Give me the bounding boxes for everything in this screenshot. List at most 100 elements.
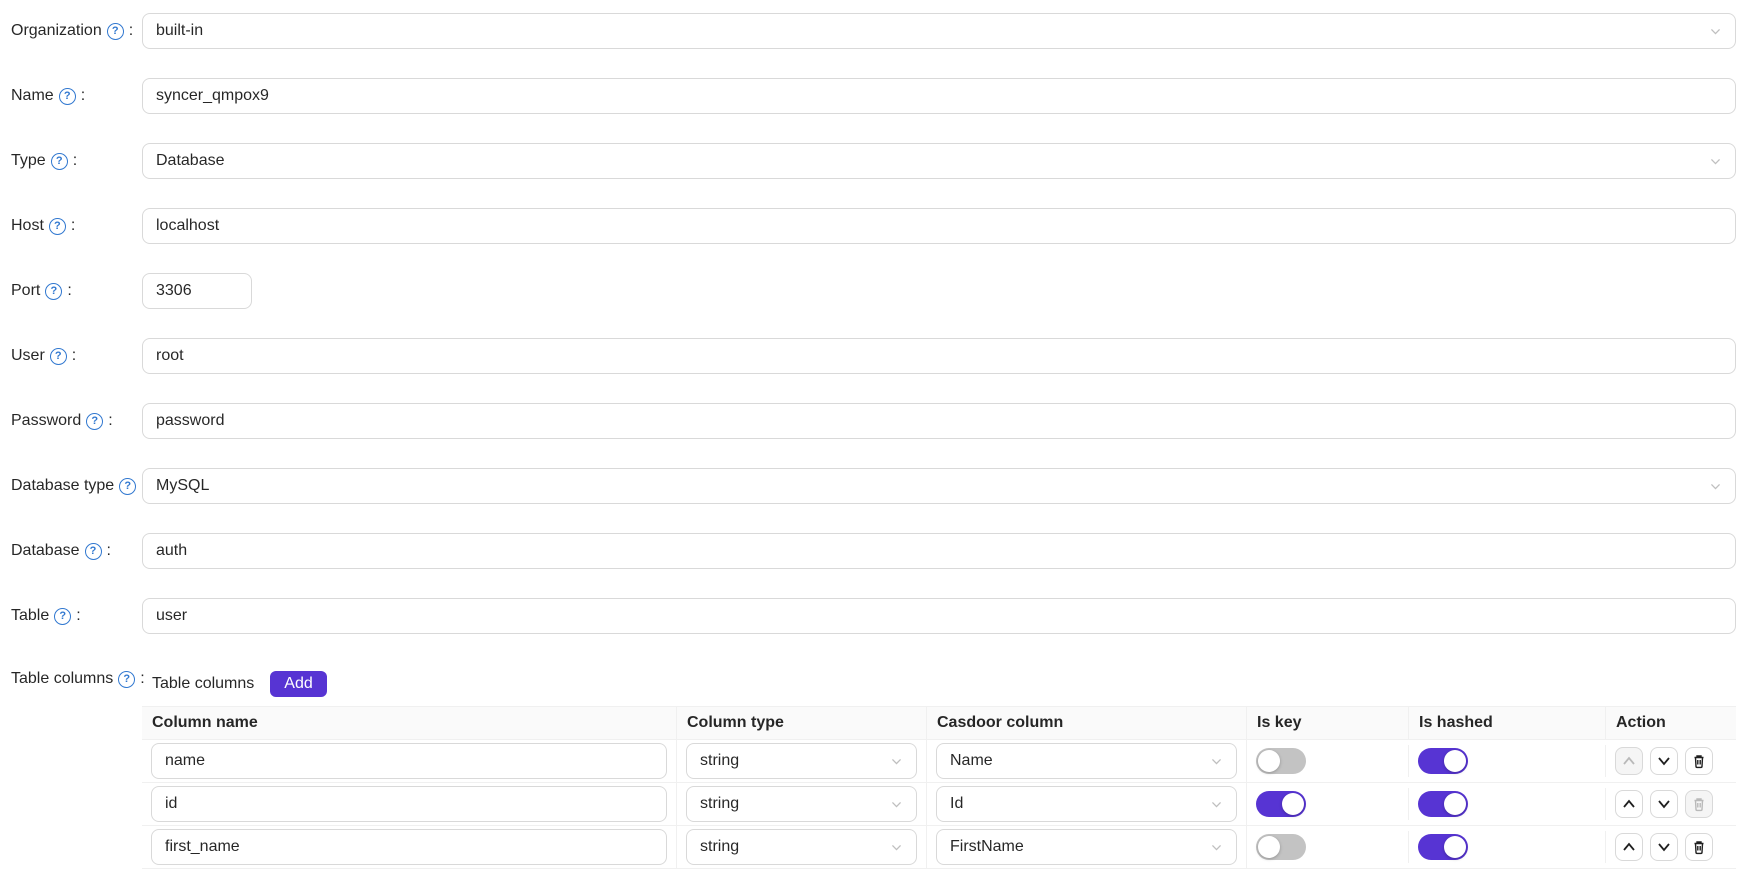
- help-icon[interactable]: ?: [86, 413, 103, 430]
- field-label-text: Table columns: [11, 670, 113, 688]
- move-up-button[interactable]: [1615, 790, 1643, 818]
- field-label-organization: Organization ? :: [0, 22, 142, 40]
- help-icon[interactable]: ?: [49, 218, 66, 235]
- help-icon[interactable]: ?: [107, 23, 124, 40]
- field-label-text: Table: [11, 607, 49, 625]
- chevron-down-icon: [1656, 753, 1672, 769]
- password-input[interactable]: [142, 403, 1736, 439]
- field-label-text: Name: [11, 87, 54, 105]
- casdoor-column-value: Name: [950, 752, 993, 770]
- toggle-knob: [1258, 750, 1280, 772]
- toggle-knob: [1444, 836, 1466, 858]
- trash-icon: [1691, 753, 1707, 769]
- table-columns-titlebar: Table columns Add: [142, 663, 1736, 706]
- table-row: string Name: [142, 740, 1736, 783]
- table-row: string Id: [142, 783, 1736, 826]
- chevron-up-icon: [1621, 839, 1637, 855]
- is-key-toggle[interactable]: [1256, 834, 1306, 860]
- syncer-edit-form: Organization ? : built-in Name ? : Type: [0, 0, 1758, 869]
- form-row-table-columns: Table columns ? : Table columns Add Colu…: [0, 663, 1758, 869]
- header-column-type: Column type: [677, 707, 927, 739]
- chevron-down-icon: [1709, 155, 1722, 168]
- host-input[interactable]: [142, 208, 1736, 244]
- field-label-table-columns: Table columns ? :: [0, 663, 142, 688]
- help-icon[interactable]: ?: [54, 608, 71, 625]
- casdoor-column-select[interactable]: FirstName: [936, 829, 1237, 865]
- label-colon: :: [72, 347, 76, 365]
- table-input[interactable]: [142, 598, 1736, 634]
- chevron-down-icon: [1656, 839, 1672, 855]
- label-colon: :: [76, 607, 80, 625]
- form-row-password: Password ? :: [0, 403, 1758, 439]
- field-label-text: Database type: [11, 477, 114, 495]
- user-input[interactable]: [142, 338, 1736, 374]
- move-up-button: [1615, 747, 1643, 775]
- trash-icon: [1691, 796, 1707, 812]
- help-icon[interactable]: ?: [45, 283, 62, 300]
- port-input[interactable]: [142, 273, 252, 309]
- column-name-input[interactable]: [151, 786, 667, 822]
- column-type-select[interactable]: string: [686, 786, 917, 822]
- is-hashed-toggle[interactable]: [1418, 834, 1468, 860]
- table-row: string FirstName: [142, 826, 1736, 869]
- is-hashed-toggle[interactable]: [1418, 748, 1468, 774]
- toggle-knob: [1444, 793, 1466, 815]
- field-label-password: Password ? :: [0, 412, 142, 430]
- form-row-database-type: Database type ? : MySQL: [0, 468, 1758, 504]
- header-is-key: Is key: [1247, 707, 1409, 739]
- help-icon[interactable]: ?: [50, 348, 67, 365]
- column-name-input[interactable]: [151, 829, 667, 865]
- column-type-select[interactable]: string: [686, 829, 917, 865]
- form-row-name: Name ? :: [0, 78, 1758, 114]
- is-key-toggle[interactable]: [1256, 748, 1306, 774]
- label-colon: :: [71, 217, 75, 235]
- casdoor-column-select[interactable]: Id: [936, 786, 1237, 822]
- chevron-down-icon: [1210, 755, 1223, 768]
- table-columns-table: Table columns Add Column name Column typ…: [142, 663, 1736, 869]
- form-row-type: Type ? : Database: [0, 143, 1758, 179]
- add-column-button[interactable]: Add: [270, 671, 326, 697]
- column-type-select[interactable]: string: [686, 743, 917, 779]
- is-hashed-toggle[interactable]: [1418, 791, 1468, 817]
- chevron-down-icon: [1709, 25, 1722, 38]
- help-icon[interactable]: ?: [85, 543, 102, 560]
- chevron-down-icon: [1210, 841, 1223, 854]
- chevron-down-icon: [1709, 480, 1722, 493]
- move-down-button[interactable]: [1650, 833, 1678, 861]
- help-icon[interactable]: ?: [51, 153, 68, 170]
- field-label-database-type: Database type ? :: [0, 477, 142, 495]
- organization-select[interactable]: built-in: [142, 13, 1736, 49]
- delete-row-button: [1685, 790, 1713, 818]
- form-row-user: User ? :: [0, 338, 1758, 374]
- name-input[interactable]: [142, 78, 1736, 114]
- chevron-up-icon: [1621, 796, 1637, 812]
- header-is-hashed: Is hashed: [1409, 707, 1606, 739]
- is-key-toggle[interactable]: [1256, 791, 1306, 817]
- chevron-up-icon: [1621, 753, 1637, 769]
- move-down-button[interactable]: [1650, 747, 1678, 775]
- label-colon: :: [129, 22, 133, 40]
- organization-select-value: built-in: [156, 22, 203, 40]
- label-colon: :: [107, 542, 111, 560]
- delete-row-button[interactable]: [1685, 747, 1713, 775]
- casdoor-column-select[interactable]: Name: [936, 743, 1237, 779]
- field-label-database: Database ? :: [0, 542, 142, 560]
- move-up-button[interactable]: [1615, 833, 1643, 861]
- toggle-knob: [1282, 793, 1304, 815]
- label-colon: :: [108, 412, 112, 430]
- type-select[interactable]: Database: [142, 143, 1736, 179]
- field-label-text: Type: [11, 152, 46, 170]
- database-type-select[interactable]: MySQL: [142, 468, 1736, 504]
- move-down-button[interactable]: [1650, 790, 1678, 818]
- delete-row-button[interactable]: [1685, 833, 1713, 861]
- database-input[interactable]: [142, 533, 1736, 569]
- field-label-text: Host: [11, 217, 44, 235]
- form-row-organization: Organization ? : built-in: [0, 13, 1758, 49]
- help-icon[interactable]: ?: [59, 88, 76, 105]
- help-icon[interactable]: ?: [118, 671, 135, 688]
- field-label-table: Table ? :: [0, 607, 142, 625]
- form-row-database: Database ? :: [0, 533, 1758, 569]
- column-type-value: string: [700, 838, 739, 856]
- column-name-input[interactable]: [151, 743, 667, 779]
- help-icon[interactable]: ?: [119, 478, 136, 495]
